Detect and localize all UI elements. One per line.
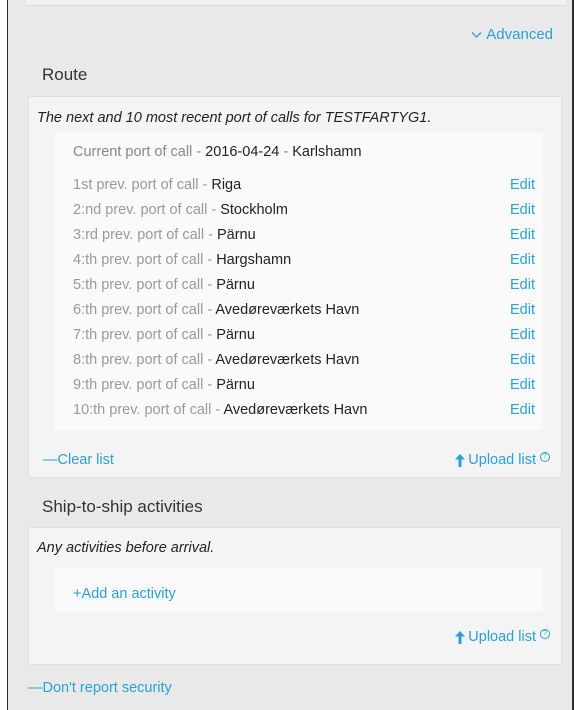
prev-port-row-4: 4:th prev. port of call - Hargshamn Edit — [73, 252, 535, 277]
prev-port-row-6: 6:th prev. port of call - Avedøreværkets… — [73, 302, 535, 327]
prev-port-label: 2:nd prev. port of call - — [73, 202, 221, 218]
prev-port-row-5: 5:th prev. port of call - Pärnu Edit — [73, 277, 535, 302]
upload-arrow-icon — [455, 630, 466, 644]
prev-port-row-3: 3:rd prev. port of call - Pärnu Edit — [73, 227, 535, 252]
route-panel: The next and 10 most recent port of call… — [28, 96, 562, 478]
edit-prev-port-1-link[interactable]: Edit — [510, 177, 535, 193]
prev-port-label: 8:th prev. port of call - — [73, 352, 216, 368]
help-circle-icon[interactable]: ? — [540, 452, 550, 462]
route-description: The next and 10 most recent port of call… — [37, 110, 432, 126]
prev-port-name: Riga — [211, 177, 242, 193]
edit-prev-port-5-link[interactable]: Edit — [510, 277, 535, 293]
upload-list-label: Upload list — [468, 452, 536, 468]
prev-port-name: Pärnu — [216, 277, 255, 293]
current-port-label: Current port of call - — [73, 144, 206, 160]
prev-port-row-1: 1st prev. port of call - Riga Edit — [73, 177, 535, 202]
current-port-of-call: Current port of call - 2016-04-24 - Karl… — [73, 144, 362, 160]
prev-port-row-8: 8:th prev. port of call - Avedøreværkets… — [73, 352, 535, 377]
prev-port-label: 6:th prev. port of call - — [73, 302, 216, 318]
prev-port-label: 4:th prev. port of call - — [73, 252, 217, 268]
prev-port-label: 10:th prev. port of call - — [73, 402, 224, 418]
clear-list-link[interactable]: —Clear list — [43, 452, 114, 468]
help-circle-icon[interactable]: ? — [540, 629, 550, 639]
route-title: Route — [42, 65, 88, 84]
port-call-list: Current port of call - 2016-04-24 - Karl… — [54, 133, 543, 430]
form-frame: Advanced Route The next and 10 most rece… — [7, 0, 574, 710]
prev-port-row-10: 10:th prev. port of call - Avedøreværket… — [73, 402, 535, 427]
prev-port-name: Avedøreværkets Havn — [215, 302, 360, 318]
edit-prev-port-8-link[interactable]: Edit — [510, 352, 535, 368]
s2s-upload-list-link[interactable]: Upload list ? — [455, 629, 550, 645]
edit-prev-port-3-link[interactable]: Edit — [510, 227, 535, 243]
upload-list-label: Upload list — [468, 629, 536, 645]
prev-port-name: Avedøreværkets Havn — [223, 402, 368, 418]
current-port-name: Karlshamn — [292, 144, 362, 160]
prev-port-row-9: 9:th prev. port of call - Pärnu Edit — [73, 377, 535, 402]
edit-prev-port-2-link[interactable]: Edit — [510, 202, 535, 218]
dont-report-security-link[interactable]: —Don't report security — [28, 680, 172, 696]
prev-port-name: Stockholm — [220, 202, 288, 218]
prev-port-name: Pärnu — [216, 377, 255, 393]
prev-port-row-2: 2:nd prev. port of call - Stockholm Edit — [73, 202, 535, 227]
ship-to-ship-description: Any activities before arrival. — [37, 540, 215, 556]
advanced-toggle[interactable]: Advanced — [471, 26, 553, 43]
previous-section-edge — [26, 0, 566, 6]
add-activity-link[interactable]: +Add an activity — [73, 586, 176, 602]
chevron-down-icon — [471, 31, 482, 38]
edit-prev-port-7-link[interactable]: Edit — [510, 327, 535, 343]
activity-list: +Add an activity — [54, 568, 543, 611]
edit-prev-port-10-link[interactable]: Edit — [510, 402, 535, 418]
prev-port-label: 9:th prev. port of call - — [73, 377, 217, 393]
prev-port-label: 7:th prev. port of call - — [73, 327, 217, 343]
prev-port-name: Avedøreværkets Havn — [215, 352, 360, 368]
advanced-label: Advanced — [486, 26, 553, 43]
prev-port-label: 1st prev. port of call - — [73, 177, 212, 193]
edit-prev-port-9-link[interactable]: Edit — [510, 377, 535, 393]
ship-to-ship-panel: Any activities before arrival. +Add an a… — [28, 527, 562, 665]
prev-port-label: 5:th prev. port of call - — [73, 277, 217, 293]
prev-port-label: 3:rd prev. port of call - — [73, 227, 217, 243]
route-upload-list-link[interactable]: Upload list ? — [455, 452, 550, 468]
current-port-date: 2016-04-24 — [205, 144, 280, 160]
prev-port-name: Hargshamn — [216, 252, 292, 268]
prev-port-name: Pärnu — [216, 227, 256, 243]
edit-prev-port-6-link[interactable]: Edit — [510, 302, 535, 318]
upload-arrow-icon — [455, 453, 466, 467]
ship-to-ship-title: Ship-to-ship activities — [42, 497, 203, 516]
edit-prev-port-4-link[interactable]: Edit — [510, 252, 535, 268]
prev-port-row-7: 7:th prev. port of call - Pärnu Edit — [73, 327, 535, 352]
prev-port-name: Pärnu — [216, 327, 255, 343]
current-port-separator: - — [279, 144, 293, 160]
